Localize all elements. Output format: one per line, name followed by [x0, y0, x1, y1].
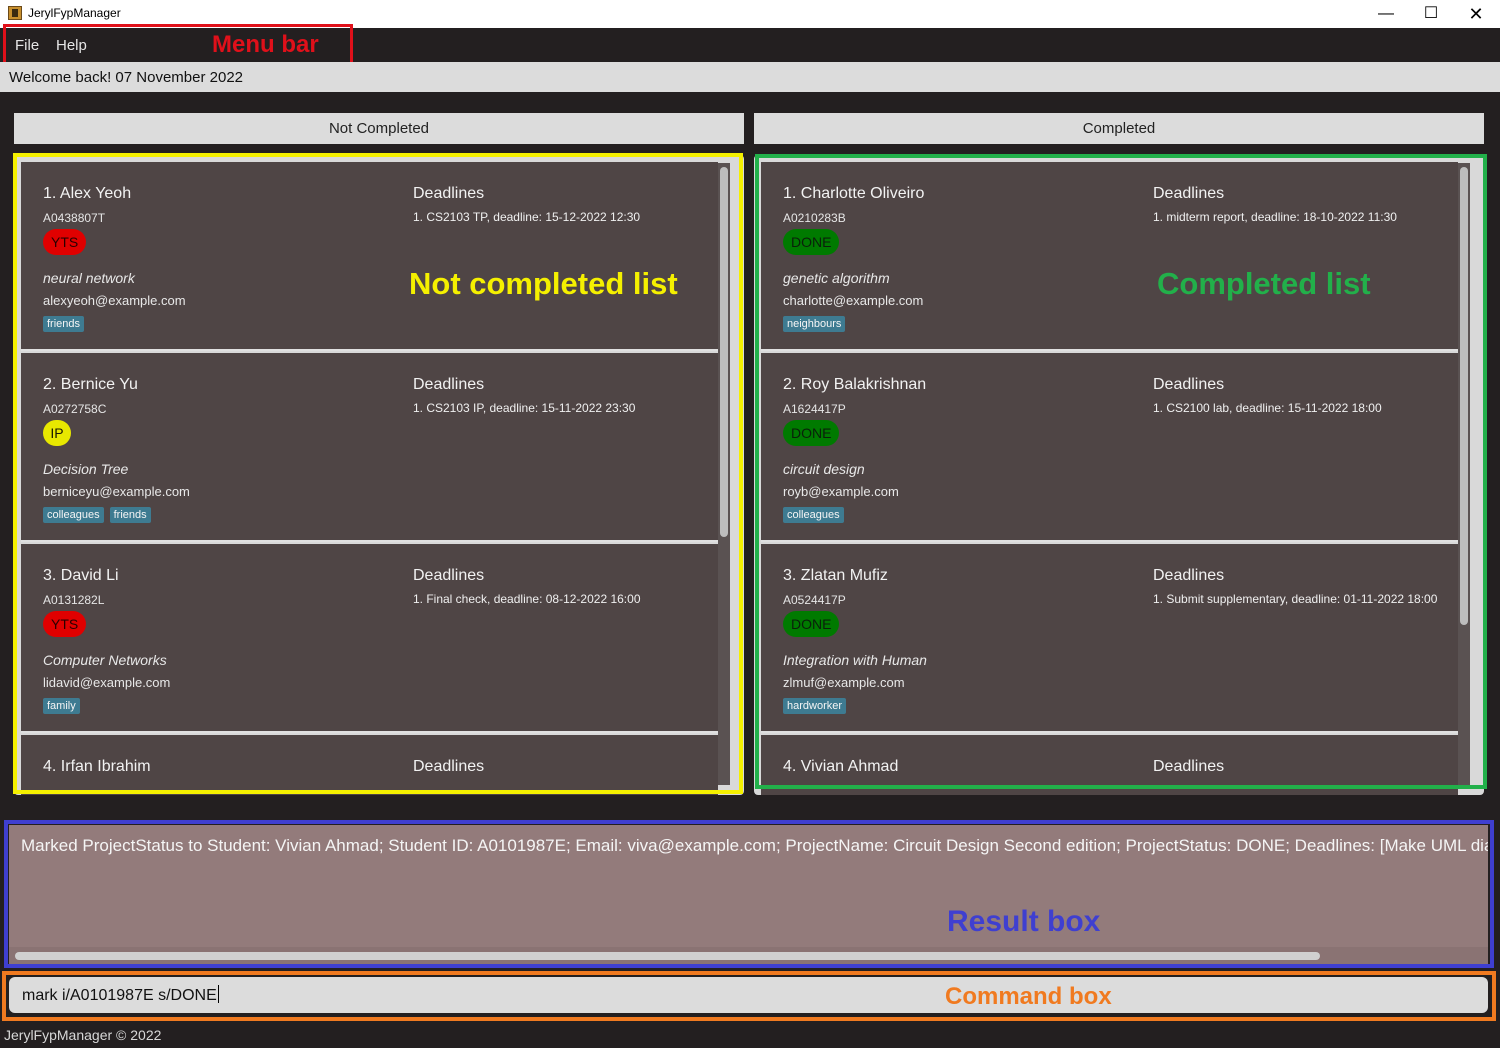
command-annotation-box [2, 971, 1496, 1021]
footer-text: JerylFypManager © 2022 [4, 1027, 162, 1043]
command-annotation-label: Command box [945, 983, 1112, 1010]
completed-annotation-label: Completed list [1157, 266, 1371, 301]
welcome-bar: Welcome back! 07 November 2022 [0, 62, 1500, 92]
close-icon[interactable]: ✕ [1453, 0, 1499, 28]
result-annotation-label: Result box [947, 905, 1101, 938]
window-title: JerylFypManager [28, 6, 121, 20]
completed-header: Completed [754, 113, 1484, 144]
not-completed-header: Not Completed [14, 113, 744, 144]
menu-bar-annotation-label: Menu bar [212, 31, 319, 58]
not-completed-annotation-box [13, 153, 743, 794]
completed-annotation-box [755, 154, 1487, 789]
minimize-icon[interactable]: — [1363, 0, 1409, 28]
result-annotation-box [4, 820, 1494, 968]
not-completed-annotation-label: Not completed list [409, 266, 678, 301]
maximize-icon[interactable]: ☐ [1408, 0, 1454, 28]
welcome-text: Welcome back! 07 November 2022 [9, 69, 244, 86]
app-icon [8, 6, 22, 20]
